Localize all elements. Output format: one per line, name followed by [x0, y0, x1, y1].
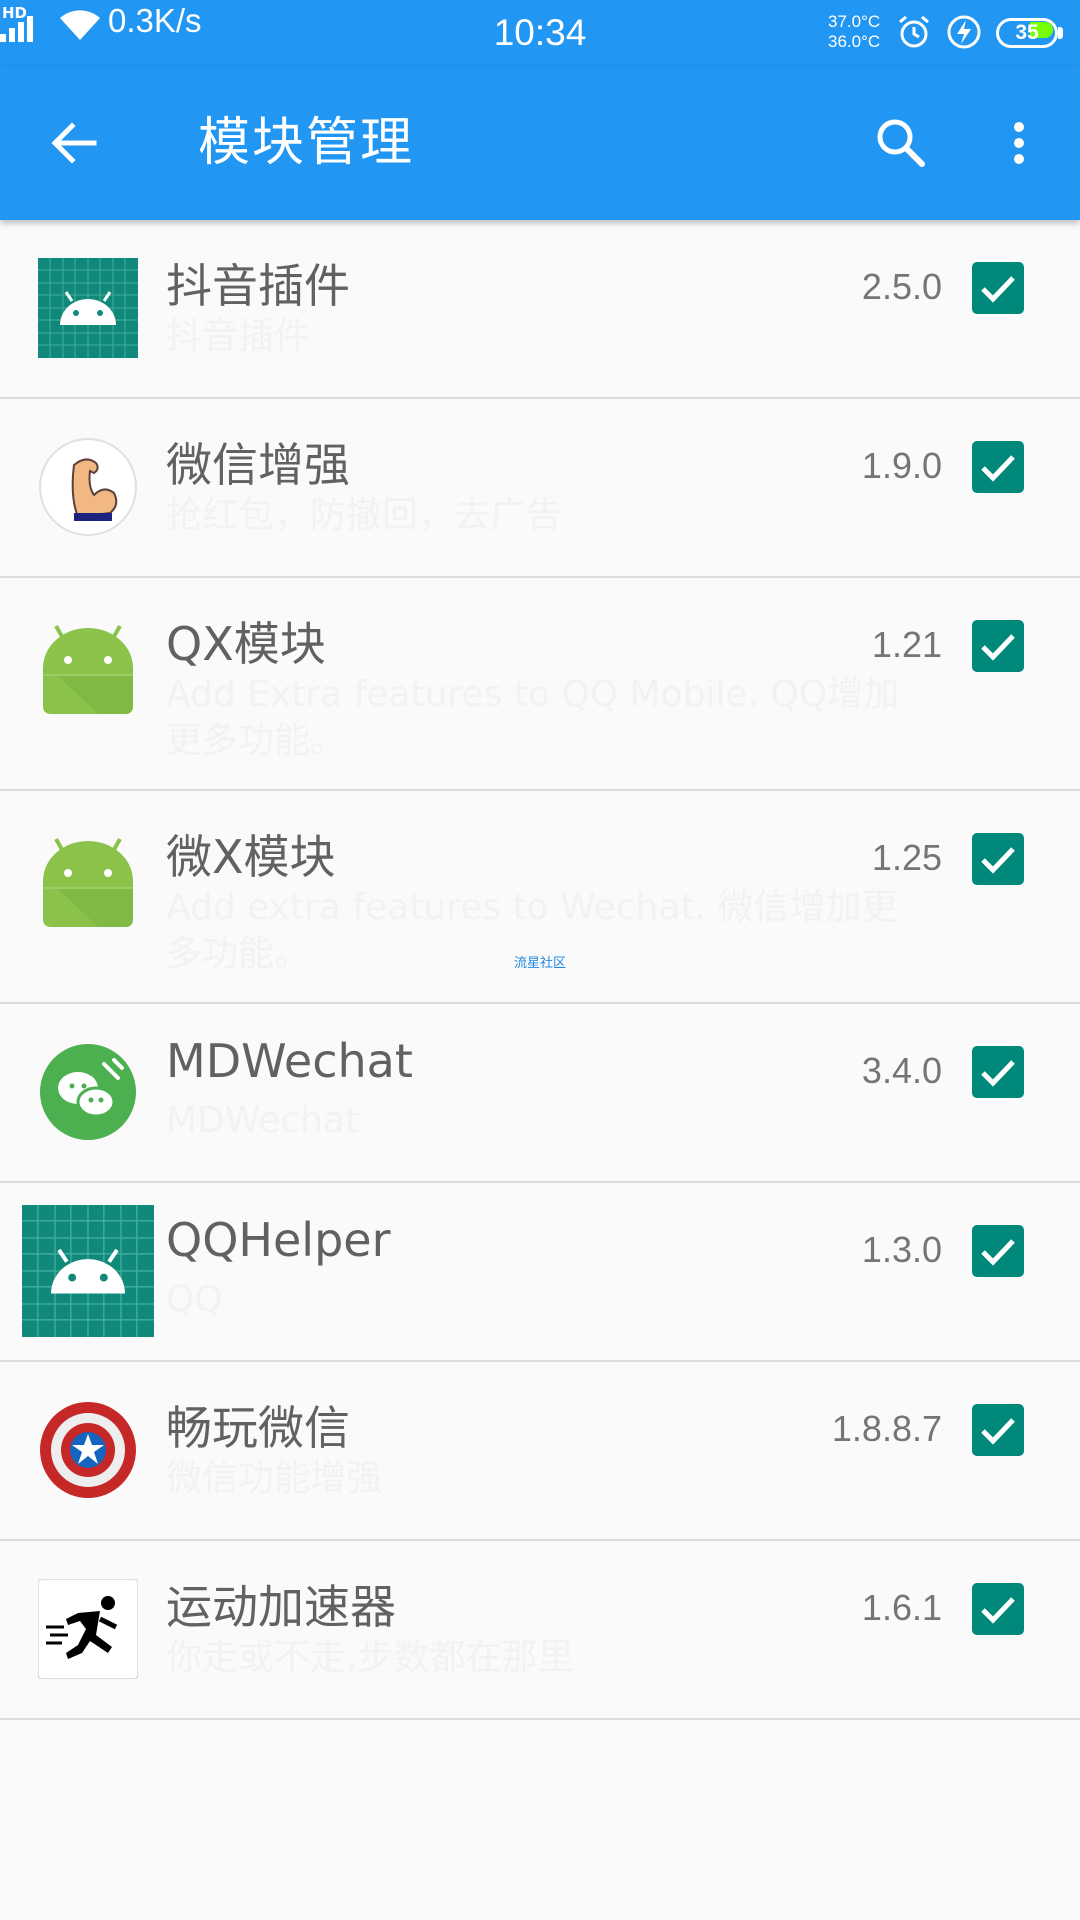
muscle-arm-icon — [39, 438, 137, 536]
check-icon — [981, 847, 1015, 874]
status-bar: HD 0.3K/s 10:34 37.0°C 36.0°C 35 — [0, 0, 1080, 66]
module-description: 你走或不走,步数都在那里 — [166, 1637, 574, 1678]
battery-level: 35 — [1015, 21, 1039, 44]
module-name: QX模块 — [166, 617, 326, 671]
module-name: MDWechat — [166, 1034, 413, 1088]
module-row[interactable]: 抖音插件 抖音插件 2.5.0 — [0, 220, 1080, 399]
check-icon — [981, 634, 1015, 661]
check-icon — [981, 1597, 1015, 1624]
module-version: 1.21 — [871, 624, 942, 665]
module-name: 畅玩微信 — [166, 1401, 350, 1455]
enable-checkbox[interactable] — [972, 833, 1024, 885]
enable-checkbox[interactable] — [972, 1225, 1024, 1277]
module-version: 1.3.0 — [861, 1229, 942, 1270]
module-version: 1.9.0 — [861, 445, 942, 486]
android-grid-icon — [22, 1205, 154, 1337]
captain-shield-icon — [40, 1402, 136, 1498]
module-description: Add Extra features to QQ Mobile. QQ增加更多功… — [166, 674, 900, 761]
more-vert-icon[interactable] — [988, 112, 1050, 174]
enable-checkbox[interactable] — [972, 441, 1024, 493]
module-row[interactable]: 微X模块 Add extra features to Wechat. 微信增加更… — [0, 791, 1080, 1004]
check-icon — [981, 1418, 1015, 1445]
battery-temperature: 36.0°C — [828, 32, 881, 51]
cpu-temperature: 37.0°C — [828, 12, 881, 31]
search-icon[interactable] — [870, 112, 932, 174]
module-version: 1.6.1 — [861, 1587, 942, 1628]
check-icon — [981, 1239, 1015, 1266]
running-man-icon — [38, 1579, 138, 1679]
module-row[interactable]: 畅玩微信 微信功能增强 1.8.8.7 — [0, 1362, 1080, 1541]
wechat-tool-icon — [40, 1044, 136, 1140]
watermark: 流星社区 — [514, 956, 567, 971]
module-name: QQHelper — [166, 1213, 391, 1267]
module-name: 抖音插件 — [166, 259, 350, 313]
check-icon — [981, 455, 1015, 482]
module-name: 微信增强 — [166, 438, 350, 492]
module-version: 1.25 — [871, 837, 942, 878]
module-version: 3.4.0 — [861, 1050, 942, 1091]
module-description: 抢红包，防撤回，去广告 — [166, 495, 563, 536]
battery-icon: 35 — [996, 18, 1064, 48]
android-robot-icon — [43, 625, 133, 714]
module-description: 抖音插件 — [166, 316, 311, 357]
enable-checkbox[interactable] — [972, 1583, 1024, 1635]
module-row[interactable]: MDWechat MDWechat 3.4.0 — [0, 1004, 1080, 1183]
check-icon — [981, 1060, 1015, 1087]
enable-checkbox[interactable] — [972, 262, 1024, 314]
enable-checkbox[interactable] — [972, 1404, 1024, 1456]
module-name: 运动加速器 — [166, 1580, 396, 1634]
module-description: 微信功能增强 — [166, 1458, 383, 1499]
module-row[interactable]: 运动加速器 你走或不走,步数都在那里 1.6.1 — [0, 1541, 1080, 1720]
alarm-icon — [899, 15, 929, 48]
android-robot-icon — [43, 838, 133, 927]
module-row[interactable]: QQHelper QQ 1.3.0 — [0, 1183, 1080, 1362]
charging-icon — [947, 15, 981, 49]
android-grid-icon — [38, 258, 138, 358]
enable-checkbox[interactable] — [972, 620, 1024, 672]
arrow-back-icon[interactable] — [42, 112, 104, 174]
module-row[interactable]: 微信增强 抢红包，防撤回，去广告 1.9.0 — [0, 399, 1080, 578]
check-icon — [981, 276, 1015, 303]
temperature-readout: 37.0°C 36.0°C — [828, 12, 880, 52]
module-description: MDWechat — [166, 1100, 360, 1141]
module-name: 微X模块 — [166, 830, 336, 884]
module-row[interactable]: QX模块 Add Extra features to QQ Mobile. QQ… — [0, 578, 1080, 791]
app-toolbar: 模块管理 — [0, 66, 1080, 220]
module-description: QQ — [166, 1279, 223, 1320]
module-version: 1.8.8.7 — [831, 1408, 942, 1449]
enable-checkbox[interactable] — [972, 1046, 1024, 1098]
module-version: 2.5.0 — [861, 266, 942, 307]
page-title: 模块管理 — [198, 113, 415, 173]
